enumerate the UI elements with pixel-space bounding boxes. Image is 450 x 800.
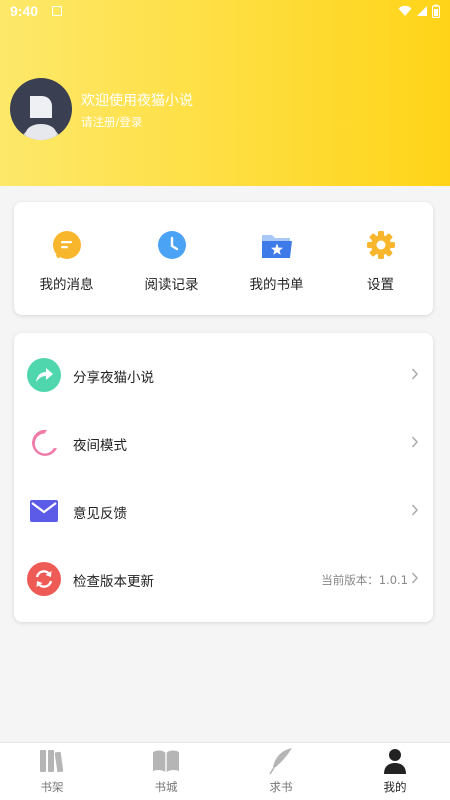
folder-star-icon	[260, 228, 294, 262]
gear-icon	[364, 228, 398, 262]
person-icon	[381, 747, 409, 775]
quick-item-messages[interactable]: 我的消息	[14, 202, 119, 315]
menu-item-share[interactable]: 分享夜猫小说	[14, 341, 433, 409]
menu-card: 分享夜猫小说 夜间模式 意见反馈 检查版本更新 当前版本：1.0.1	[14, 333, 433, 622]
status-time: 9:40	[10, 3, 39, 19]
tab-bookstore[interactable]: 书城	[110, 743, 222, 800]
chevron-right-icon	[411, 504, 419, 516]
quick-item-label: 设置	[367, 277, 394, 293]
quick-item-label: 我的书单	[249, 277, 304, 293]
menu-item-feedback[interactable]: 意见反馈	[14, 477, 433, 545]
tab-label: 我的	[383, 780, 407, 794]
quick-item-settings[interactable]: 设置	[328, 202, 433, 315]
menu-item-check-update[interactable]: 检查版本更新 当前版本：1.0.1	[14, 545, 433, 613]
avatar[interactable]	[10, 78, 72, 140]
chevron-right-icon	[411, 572, 419, 584]
status-indicators	[398, 4, 440, 18]
status-bar: 9:40	[0, 0, 450, 24]
clock-icon	[155, 228, 189, 262]
quick-item-label: 阅读记录	[144, 277, 199, 293]
tab-label: 求书	[269, 780, 293, 794]
tab-bookshelf[interactable]: 书架	[0, 743, 108, 800]
share-icon	[27, 358, 61, 392]
profile-header: 9:40 欢迎使用夜猫小说 请注册/登录	[0, 0, 450, 186]
battery-icon	[432, 4, 440, 18]
quick-item-history[interactable]: 阅读记录	[119, 202, 224, 315]
version-label: 当前版本：1.0.1	[321, 573, 408, 587]
feather-icon	[267, 747, 295, 775]
menu-item-label: 分享夜猫小说	[73, 370, 154, 386]
menu-item-label: 夜间模式	[73, 438, 127, 454]
message-icon	[50, 228, 84, 262]
signal-icon	[417, 6, 427, 16]
tab-label: 书城	[154, 780, 178, 794]
bottom-nav: 书架 书城 求书 我的	[0, 742, 450, 800]
moon-icon	[27, 426, 61, 460]
quick-actions-card: 我的消息 阅读记录 我的书单 设置	[14, 202, 433, 315]
chevron-right-icon	[411, 436, 419, 448]
quick-item-booklist[interactable]: 我的书单	[224, 202, 329, 315]
quick-item-label: 我的消息	[39, 277, 94, 293]
tab-label: 书架	[40, 780, 64, 794]
wifi-icon	[398, 5, 412, 16]
bookshelf-icon	[38, 747, 66, 775]
refresh-icon	[27, 562, 61, 596]
tab-request-book[interactable]: 求书	[225, 743, 337, 800]
tab-mine[interactable]: 我的	[339, 743, 450, 800]
menu-item-label: 检查版本更新	[73, 574, 154, 590]
mail-icon	[27, 494, 61, 528]
book-open-icon	[152, 747, 180, 775]
login-link[interactable]: 请注册/登录	[81, 114, 142, 130]
notification-icon	[52, 6, 62, 16]
welcome-title: 欢迎使用夜猫小说	[81, 93, 193, 109]
menu-item-label: 意见反馈	[73, 506, 127, 522]
menu-item-night-mode[interactable]: 夜间模式	[14, 409, 433, 477]
avatar-placeholder-icon	[22, 96, 60, 140]
chevron-right-icon	[411, 368, 419, 380]
